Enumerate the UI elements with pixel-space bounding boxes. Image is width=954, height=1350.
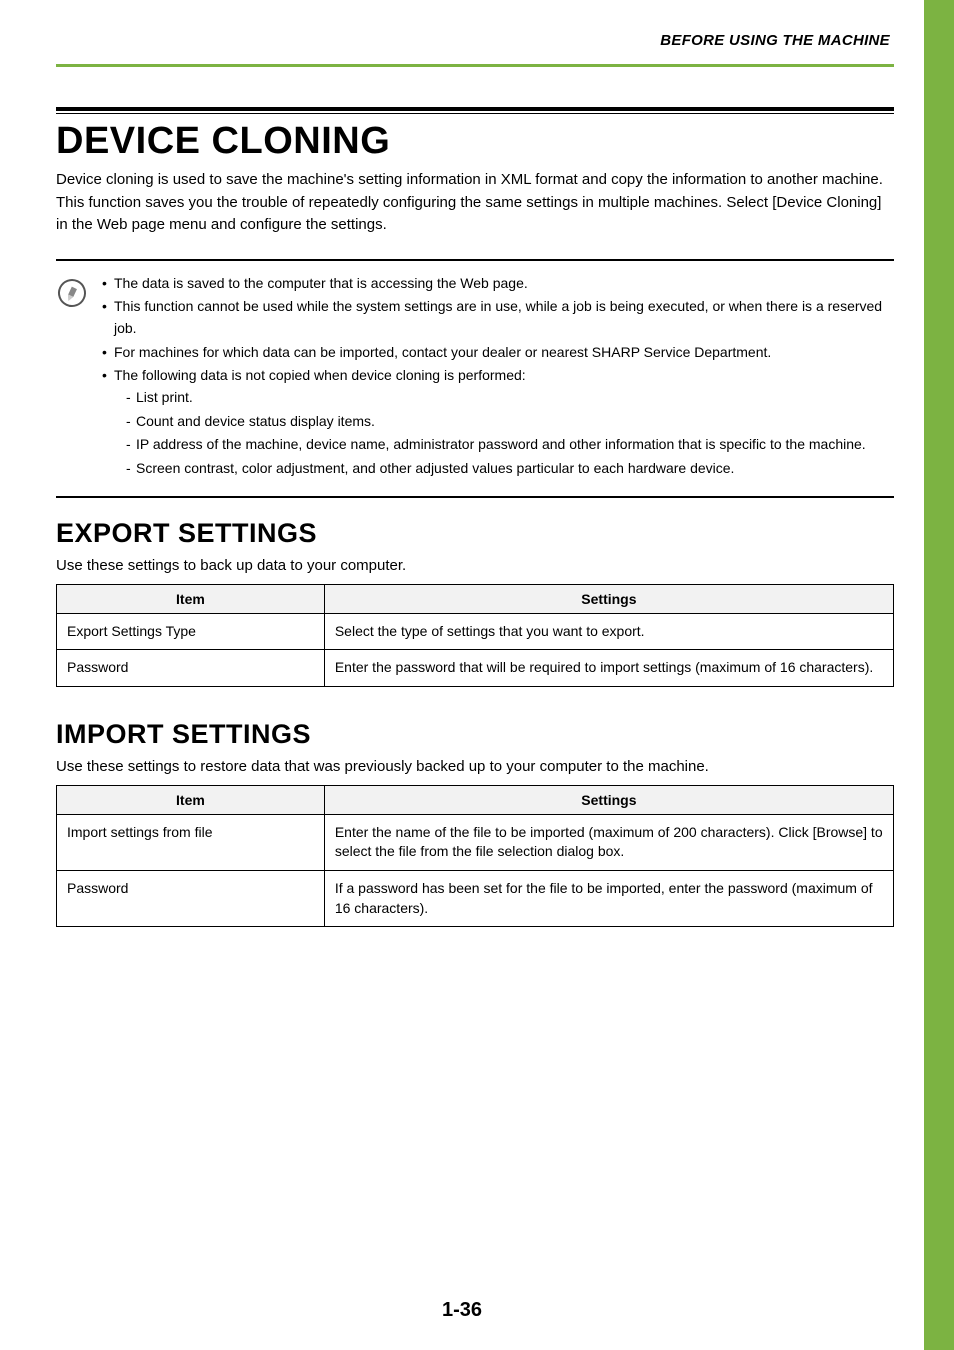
table-header-item: Item bbox=[57, 785, 325, 814]
table-row: Import settings from file Enter the name… bbox=[57, 814, 894, 870]
note-item: The data is saved to the computer that i… bbox=[102, 273, 894, 295]
table-cell-item: Export Settings Type bbox=[57, 613, 325, 650]
export-table: Item Settings Export Settings Type Selec… bbox=[56, 584, 894, 687]
running-head: BEFORE USING THE MACHINE bbox=[660, 32, 890, 49]
table-header-item: Item bbox=[57, 584, 325, 613]
note-sub-item: IP address of the machine, device name, … bbox=[126, 434, 894, 456]
note-sub-item: List print. bbox=[126, 387, 894, 409]
page-title: DEVICE CLONING bbox=[56, 120, 894, 163]
page-content: BEFORE USING THE MACHINE DEVICE CLONING … bbox=[0, 0, 954, 989]
intro-paragraph: Device cloning is used to save the machi… bbox=[56, 169, 894, 237]
page-number: 1-36 bbox=[0, 1299, 924, 1322]
table-header-settings: Settings bbox=[324, 584, 893, 613]
note-box: The data is saved to the computer that i… bbox=[56, 259, 894, 498]
pencil-icon bbox=[54, 275, 90, 311]
title-rule-top bbox=[56, 107, 894, 111]
table-cell-item: Import settings from file bbox=[57, 814, 325, 870]
import-title: IMPORT SETTINGS bbox=[56, 719, 894, 750]
table-cell-settings: Enter the name of the file to be importe… bbox=[324, 814, 893, 870]
table-row: Password Enter the password that will be… bbox=[57, 650, 894, 687]
table-row: Export Settings Type Select the type of … bbox=[57, 613, 894, 650]
side-stripe bbox=[924, 0, 954, 1350]
note-item-text: The following data is not copied when de… bbox=[114, 367, 526, 383]
note-item: This function cannot be used while the s… bbox=[102, 296, 894, 339]
note-icon-wrap bbox=[56, 273, 102, 307]
table-cell-settings: Select the type of settings that you wan… bbox=[324, 613, 893, 650]
note-list: The data is saved to the computer that i… bbox=[102, 273, 894, 482]
note-sub-item: Count and device status display items. bbox=[126, 411, 894, 433]
export-desc: Use these settings to back up data to yo… bbox=[56, 557, 894, 574]
table-cell-item: Password bbox=[57, 650, 325, 687]
table-cell-settings: If a password has been set for the file … bbox=[324, 871, 893, 927]
import-table: Item Settings Import settings from file … bbox=[56, 785, 894, 927]
note-sub-item: Screen contrast, color adjustment, and o… bbox=[126, 458, 894, 480]
header: BEFORE USING THE MACHINE bbox=[56, 32, 894, 60]
header-rule bbox=[56, 64, 894, 67]
export-title: EXPORT SETTINGS bbox=[56, 518, 894, 549]
table-cell-settings: Enter the password that will be required… bbox=[324, 650, 893, 687]
note-sub-list: List print. Count and device status disp… bbox=[114, 387, 894, 480]
table-row: Password If a password has been set for … bbox=[57, 871, 894, 927]
note-item: For machines for which data can be impor… bbox=[102, 342, 894, 364]
table-header-settings: Settings bbox=[324, 785, 893, 814]
import-desc: Use these settings to restore data that … bbox=[56, 758, 894, 775]
note-item: The following data is not copied when de… bbox=[102, 365, 894, 479]
title-rule-thin bbox=[56, 113, 894, 114]
table-cell-item: Password bbox=[57, 871, 325, 927]
